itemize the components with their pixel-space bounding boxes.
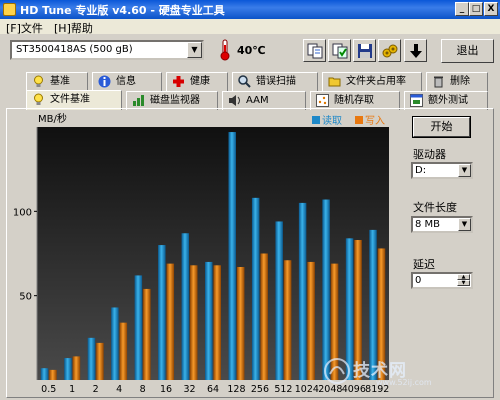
- x-tick-label: 1: [69, 384, 75, 395]
- bar-write: [96, 342, 104, 380]
- legend-swatch-read: [312, 116, 320, 124]
- watermark: 技术网 www.52ij.com: [318, 350, 500, 398]
- bar-write: [283, 260, 292, 380]
- legend-swatch-write: [355, 116, 363, 124]
- delay-value: 0: [415, 275, 422, 286]
- bar-write: [166, 263, 175, 380]
- y-tick-label: 50: [19, 292, 32, 303]
- delay-spinner[interactable]: ▲ ▼: [457, 274, 470, 287]
- delay-input[interactable]: 0 ▲ ▼: [411, 272, 473, 289]
- drive-letter-value: D:: [415, 165, 427, 176]
- watermark-logo-icon: [324, 358, 350, 384]
- bar-write: [143, 288, 151, 380]
- bar-write: [49, 369, 57, 380]
- drive-label: 驱动器: [413, 148, 446, 161]
- bar-write: [236, 266, 245, 380]
- x-tick-label: 256: [251, 384, 269, 395]
- x-tick-label: 128: [227, 384, 245, 395]
- legend-read: 读取: [322, 114, 342, 127]
- bar-read: [40, 368, 49, 380]
- watermark-url: www.52ij.com: [376, 378, 432, 387]
- bar-write: [119, 322, 128, 380]
- x-tick-label: 2: [93, 384, 99, 395]
- bar-read: [87, 337, 96, 380]
- legend: 读取 写入: [312, 114, 385, 127]
- bar-write: [307, 261, 315, 380]
- bar-write: [260, 253, 268, 380]
- bar-read: [64, 358, 72, 380]
- bar-read: [298, 202, 307, 380]
- bar-read: [158, 245, 166, 380]
- chevron-down-icon[interactable]: ▼: [458, 218, 471, 231]
- bar-write: [213, 265, 221, 380]
- bar-write: [190, 265, 198, 380]
- bar-read: [228, 132, 236, 380]
- file-length-label: 文件长度: [413, 201, 457, 214]
- bar-read: [111, 307, 119, 380]
- chevron-down-icon[interactable]: ▼: [458, 164, 471, 177]
- file-length-value: 8 MB: [415, 219, 441, 230]
- start-button[interactable]: 开始: [412, 116, 471, 138]
- x-tick-label: 512: [274, 384, 292, 395]
- bar-read: [251, 197, 260, 380]
- x-tick-label: 1024: [295, 384, 319, 395]
- y-axis-label: MB/秒: [38, 112, 67, 125]
- bar-read: [134, 275, 143, 380]
- file-length-select[interactable]: 8 MB ▼: [411, 216, 473, 233]
- x-tick-label: 4: [116, 384, 122, 395]
- x-tick-label: 16: [160, 384, 172, 395]
- x-tick-label: 64: [207, 384, 219, 395]
- bar-write: [72, 356, 81, 380]
- drive-letter-select[interactable]: D: ▼: [411, 162, 473, 179]
- legend-write: 写入: [365, 115, 385, 127]
- bar-read: [205, 261, 213, 380]
- bar-read: [181, 233, 190, 380]
- spin-down-icon[interactable]: ▼: [457, 280, 470, 286]
- x-tick-label: 32: [183, 384, 195, 395]
- y-tick-label: 100: [13, 207, 32, 218]
- x-tick-label: 8: [140, 384, 146, 395]
- bar-read: [275, 221, 283, 380]
- x-tick-label: 0.5: [41, 384, 56, 395]
- delay-label: 延迟: [413, 258, 435, 271]
